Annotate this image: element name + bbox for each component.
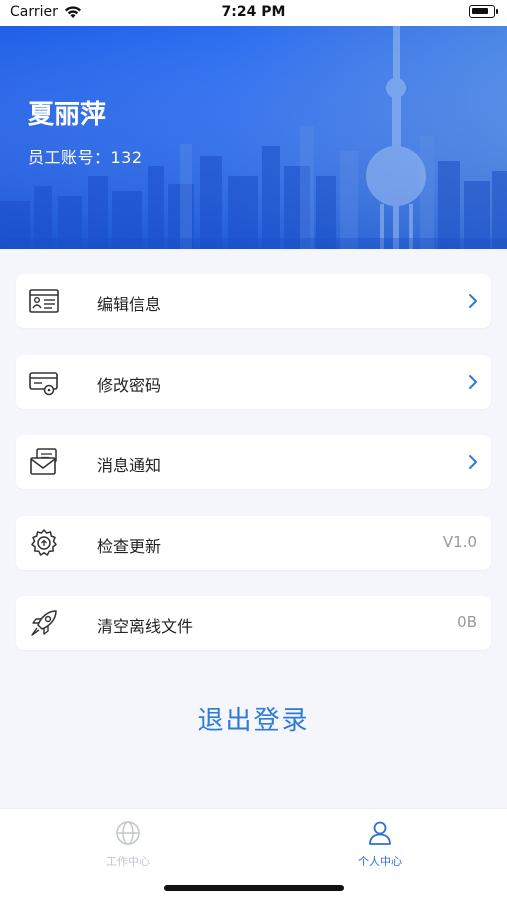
check-update-icon [31, 529, 57, 556]
menu-label: 清空离线文件 [97, 617, 194, 636]
menu-item-message-notification[interactable]: 消息通知 [16, 435, 491, 489]
status-time: 7:24 PM [221, 4, 286, 20]
status-right [469, 5, 498, 18]
battery-icon [469, 5, 498, 18]
menu-label: 消息通知 [97, 456, 162, 475]
city-skyline-background [0, 26, 507, 249]
employee-id: 员工账号：132 [28, 148, 143, 167]
version-value: V1.0 [442, 533, 477, 551]
person-icon [369, 821, 391, 845]
tab-label: 个人中心 [358, 855, 402, 868]
cache-size-value: 0B [457, 613, 477, 631]
tab-label: 工作中心 [106, 855, 150, 868]
change-password-icon [29, 372, 58, 396]
menu-label: 修改密码 [97, 376, 162, 395]
profile-header: 夏丽萍 员工账号：132 [0, 26, 507, 249]
menu-item-check-update[interactable]: 检查更新 V1.0 [16, 516, 491, 570]
logout-button[interactable]: 退出登录 [0, 700, 507, 737]
menu-item-change-password[interactable]: 修改密码 [16, 355, 491, 409]
rocket-icon [31, 610, 57, 636]
chevron-right-icon [469, 294, 477, 308]
status-bar: Carrier 7:24 PM [0, 0, 507, 26]
tab-personal-center[interactable]: 个人中心 [320, 819, 440, 869]
tab-work-center[interactable]: 工作中心 [68, 819, 188, 869]
menu-item-edit-info[interactable]: 编辑信息 [16, 274, 491, 328]
chevron-right-icon [469, 455, 477, 469]
globe-icon [116, 821, 140, 845]
edit-info-icon [29, 289, 59, 313]
message-notification-icon [30, 448, 57, 475]
chevron-right-icon [469, 375, 477, 389]
home-indicator [164, 885, 344, 891]
menu-label: 检查更新 [97, 537, 162, 556]
menu-label: 编辑信息 [97, 295, 162, 314]
menu-item-clear-offline-files[interactable]: 清空离线文件 0B [16, 596, 491, 650]
user-name: 夏丽萍 [28, 100, 107, 130]
